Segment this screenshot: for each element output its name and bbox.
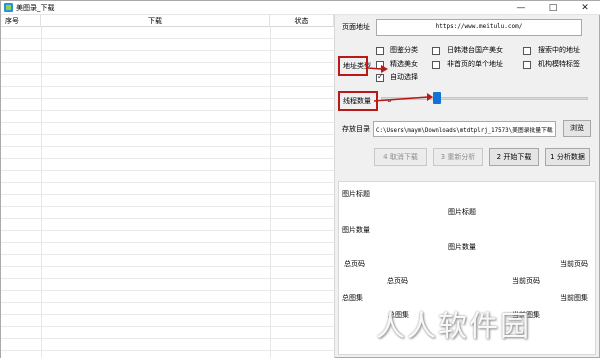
page-url-input[interactable]: https://www.meitulu.com/	[376, 19, 582, 36]
checkbox-search-address[interactable]	[523, 47, 531, 55]
checkbox-label: 搜索中的地址	[538, 46, 580, 54]
app-icon	[4, 3, 13, 12]
total-sets-label: 总图集	[342, 294, 363, 302]
page-url-label: 页面地址	[342, 23, 370, 31]
image-title-value: 图片标题	[448, 208, 476, 216]
analyze-data-button[interactable]: 1 分析数据	[545, 148, 590, 166]
download-table: 序号 下载 状态	[1, 15, 335, 358]
current-page-value: 当前页码	[512, 277, 540, 285]
checkbox-label: 日韩港台国产美女	[447, 46, 503, 54]
browse-button[interactable]: 浏览	[563, 120, 591, 137]
checkbox-gallery-category[interactable]	[376, 47, 384, 55]
window-title: 美图录_下载	[16, 4, 55, 12]
start-download-button[interactable]: 2 开始下载	[489, 148, 539, 166]
column-header-download[interactable]: 下载	[41, 15, 270, 27]
thread-slider-thumb[interactable]	[433, 92, 441, 104]
image-count-label: 图片数量	[342, 226, 370, 234]
maximize-button[interactable]: □	[537, 1, 569, 15]
watermark: 人人软件园	[376, 309, 532, 343]
column-header-status[interactable]: 状态	[270, 15, 334, 27]
checkbox-label: 非首页的单个地址	[447, 60, 503, 68]
table-rows[interactable]	[1, 27, 334, 358]
checkbox-asian-beauty[interactable]	[432, 47, 440, 55]
checkbox-single-address[interactable]	[432, 61, 440, 69]
app-window: 美图录_下载 — □ ✕ 序号 下载 状态 页面地址 https://www.m…	[0, 0, 600, 358]
page-url-value: https://www.meitulu.com/	[435, 23, 523, 30]
column-divider	[41, 27, 42, 358]
total-pages-value: 总页码	[387, 277, 408, 285]
checkbox-label: 机构模特标签	[538, 60, 580, 68]
reanalyze-button[interactable]: 3 重新分析	[433, 148, 483, 166]
annotation-arrows	[367, 65, 433, 102]
table-header: 序号 下载 状态	[1, 15, 334, 27]
total-pages-label: 总页码	[344, 260, 365, 268]
save-directory-input[interactable]: C:\Users\maym\Downloads\mtdtplrj_17573\美…	[373, 121, 556, 137]
checkbox-label: 图鉴分类	[390, 46, 418, 54]
column-header-index[interactable]: 序号	[1, 15, 41, 27]
current-set-label: 当前图集	[560, 294, 588, 302]
save-directory-label: 存放目录	[342, 125, 370, 133]
image-title-label: 图片标题	[342, 190, 370, 198]
title-bar: 美图录_下载 — □ ✕	[1, 1, 600, 15]
save-directory-value: C:\Users\maym\Downloads\mtdtplrj_17573\美…	[376, 128, 553, 134]
cancel-download-button[interactable]: 4 取消下载	[374, 148, 427, 166]
current-page-label: 当前页码	[560, 260, 588, 268]
checkbox-agency-tag[interactable]	[523, 61, 531, 69]
close-button[interactable]: ✕	[569, 1, 600, 15]
column-divider	[270, 27, 271, 358]
minimize-button[interactable]: —	[505, 1, 537, 15]
image-count-value: 图片数量	[448, 243, 476, 251]
